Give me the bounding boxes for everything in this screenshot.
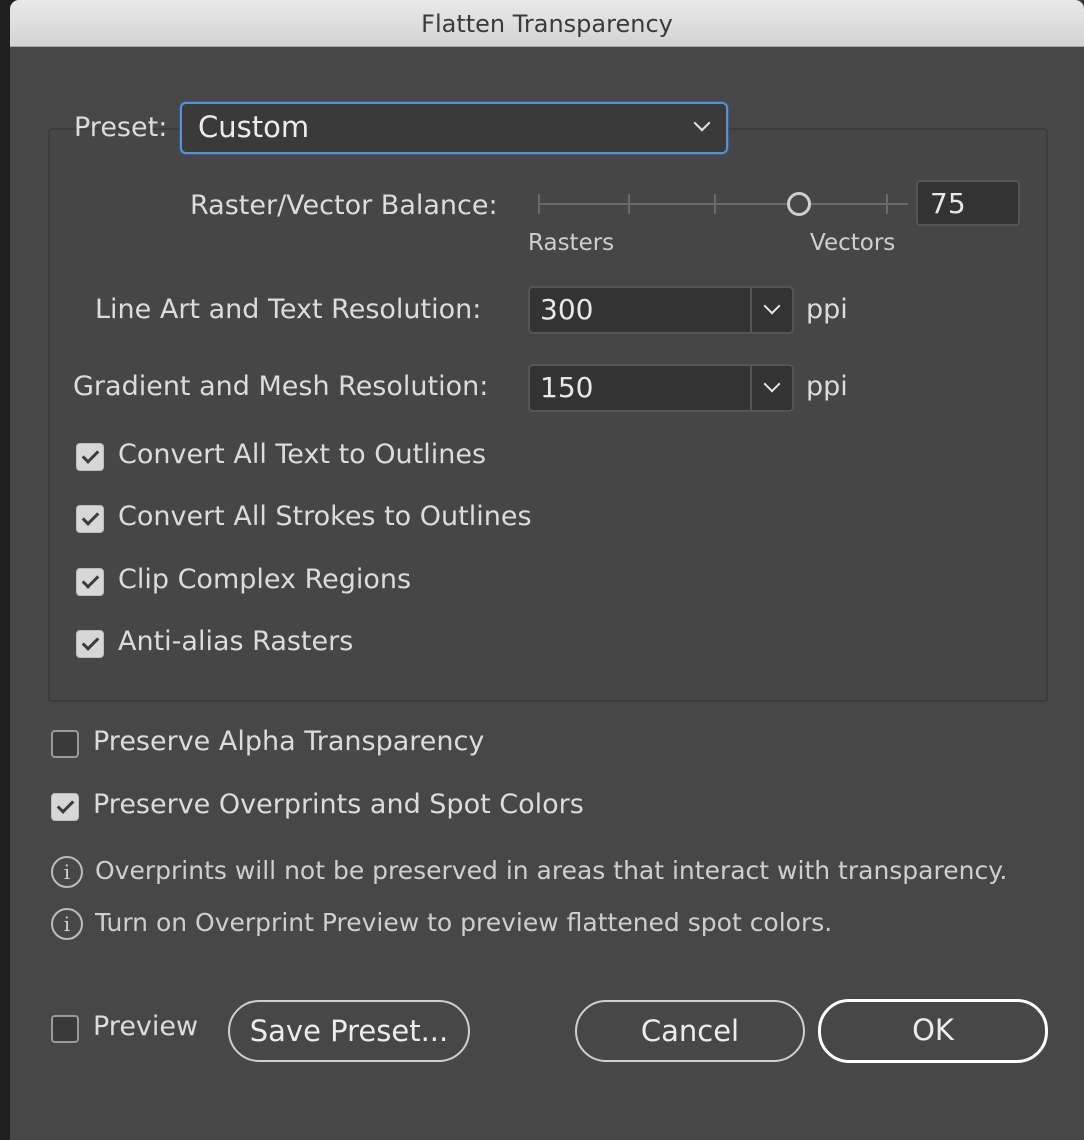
- slider-tick: [886, 194, 888, 214]
- combo-divider: [750, 288, 752, 332]
- vectors-label: Vectors: [810, 230, 896, 256]
- chevron-down-icon: [693, 114, 711, 132]
- clip-complex-checkbox[interactable]: [76, 568, 104, 596]
- anti-alias-label: Anti-alias Rasters: [118, 626, 354, 657]
- preset-dropdown[interactable]: Custom: [180, 102, 728, 154]
- save-preset-button[interactable]: Save Preset...: [228, 1000, 470, 1062]
- balance-slider-knob[interactable]: [787, 192, 811, 216]
- combo-divider: [750, 366, 752, 410]
- preserve-alpha-label: Preserve Alpha Transparency: [93, 726, 485, 757]
- slider-tick: [628, 194, 630, 214]
- dialog-title: Flatten Transparency: [10, 0, 1084, 47]
- line-art-value: 300: [540, 293, 594, 326]
- balance-value: 75: [930, 187, 966, 220]
- convert-strokes-checkbox[interactable]: [76, 505, 104, 533]
- ok-button[interactable]: OK: [818, 999, 1048, 1063]
- convert-strokes-label: Convert All Strokes to Outlines: [118, 501, 532, 532]
- slider-tick: [538, 194, 540, 214]
- info-icon: i: [51, 856, 83, 888]
- clip-complex-label: Clip Complex Regions: [118, 564, 412, 595]
- preview-checkbox[interactable]: [51, 1015, 79, 1043]
- gradient-label: Gradient and Mesh Resolution:: [73, 371, 489, 402]
- line-art-label: Line Art and Text Resolution:: [95, 294, 482, 325]
- preset-label: Preset:: [74, 112, 168, 143]
- preview-label: Preview: [93, 1011, 199, 1042]
- convert-text-label: Convert All Text to Outlines: [118, 439, 487, 470]
- preserve-alpha-checkbox[interactable]: [51, 730, 79, 758]
- balance-value-field[interactable]: 75: [916, 180, 1020, 226]
- slider-tick: [714, 194, 716, 214]
- line-art-unit: ppi: [806, 294, 848, 325]
- overprint-note: Overprints will not be preserved in area…: [95, 856, 1008, 885]
- gradient-value: 150: [540, 371, 594, 404]
- gradient-resolution-combo[interactable]: 150: [528, 364, 794, 412]
- balance-slider-track[interactable]: [538, 203, 908, 205]
- rasters-label: Rasters: [528, 230, 615, 256]
- preserve-overprints-label: Preserve Overprints and Spot Colors: [93, 789, 584, 820]
- info-icon: i: [51, 908, 83, 940]
- preset-value: Custom: [198, 110, 310, 144]
- chevron-down-icon[interactable]: [763, 375, 781, 393]
- cancel-button[interactable]: Cancel: [575, 1000, 805, 1062]
- preserve-overprints-checkbox[interactable]: [51, 793, 79, 821]
- anti-alias-checkbox[interactable]: [76, 630, 104, 658]
- balance-label: Raster/Vector Balance:: [190, 190, 498, 221]
- convert-text-checkbox[interactable]: [76, 443, 104, 471]
- gradient-unit: ppi: [806, 371, 848, 402]
- spot-color-note: Turn on Overprint Preview to preview fla…: [95, 908, 833, 937]
- flatten-transparency-dialog: Flatten Transparency Preset: Custom Rast…: [10, 0, 1084, 1140]
- line-art-resolution-combo[interactable]: 300: [528, 286, 794, 334]
- chevron-down-icon[interactable]: [763, 297, 781, 315]
